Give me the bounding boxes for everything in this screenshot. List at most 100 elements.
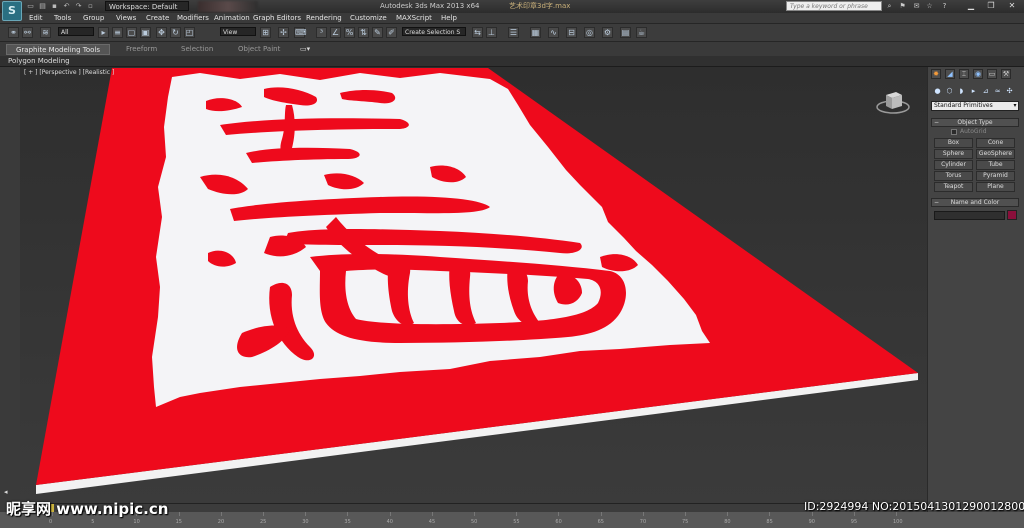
menu-create[interactable]: Create <box>146 13 169 23</box>
rollout-collapse-icon[interactable]: − <box>934 118 939 127</box>
tube-button[interactable]: Tube <box>976 160 1015 170</box>
lights-icon[interactable]: ◗ <box>957 87 966 96</box>
window-crossing-icon[interactable]: ▣ <box>140 27 151 38</box>
tab-object-paint[interactable]: Object Paint <box>238 44 280 55</box>
geosphere-button[interactable]: GeoSphere <box>976 149 1015 159</box>
named-selection-icon[interactable]: ✐ <box>386 27 397 38</box>
name-and-color-rollout[interactable]: Name and Color <box>931 198 1019 207</box>
favorites-icon[interactable]: ☆ <box>925 2 934 10</box>
reference-coordinate-dropdown[interactable]: View <box>220 27 256 36</box>
select-manipulate-icon[interactable]: ✢ <box>278 27 289 38</box>
display-tab-icon[interactable]: ▭ <box>987 69 997 79</box>
undo-icon[interactable]: ↶ <box>62 2 71 10</box>
torus-button[interactable]: Torus <box>934 171 973 181</box>
close-button[interactable]: ✕ <box>1002 0 1022 12</box>
angle-snap-icon[interactable]: ∠ <box>330 27 341 38</box>
object-name-field[interactable] <box>934 211 1005 220</box>
cone-button[interactable]: Cone <box>976 138 1015 148</box>
helpers-icon[interactable]: ⊿ <box>981 87 990 96</box>
select-by-name-icon[interactable]: ≡ <box>112 27 123 38</box>
menu-edit[interactable]: Edit <box>29 13 43 23</box>
menu-rendering[interactable]: Rendering <box>306 13 342 23</box>
help-icon[interactable]: ? <box>940 2 949 10</box>
schematic-view-icon[interactable]: ⊟ <box>566 27 577 38</box>
curve-editor-icon[interactable]: ∿ <box>548 27 559 38</box>
align-icon[interactable]: ⊥ <box>486 27 497 38</box>
autogrid-checkbox[interactable] <box>951 129 957 135</box>
tab-selection[interactable]: Selection <box>181 44 213 55</box>
viewport-label[interactable]: [ + ] [Perspective ] [Realistic ] <box>24 69 114 77</box>
search-icon[interactable]: ⌕ <box>885 2 894 10</box>
viewport-scene[interactable] <box>20 67 927 503</box>
new-file-icon[interactable]: ▭ <box>26 2 35 10</box>
graphite-toggle-icon[interactable]: ▦ <box>530 27 541 38</box>
app-logo-icon[interactable]: S <box>2 1 22 21</box>
maximize-button[interactable]: ❐ <box>982 0 1000 12</box>
layer-manager-icon[interactable]: ☰ <box>508 27 519 38</box>
select-link-icon[interactable]: ⚭ <box>8 27 19 38</box>
minimize-button[interactable]: ▁ <box>962 0 980 12</box>
menu-help[interactable]: Help <box>441 13 457 23</box>
hierarchy-tab-icon[interactable]: ⌶ <box>959 69 969 79</box>
unlink-icon[interactable]: ⚯ <box>22 27 33 38</box>
select-scale-icon[interactable]: ◰ <box>184 27 195 38</box>
menu-customize[interactable]: Customize <box>350 13 387 23</box>
box-button[interactable]: Box <box>934 138 973 148</box>
workspace-dropdown[interactable]: Workspace: Default <box>105 1 189 11</box>
menu-graph-editors[interactable]: Graph Editors <box>253 13 301 23</box>
snaps-toggle-icon[interactable]: ³ <box>316 27 327 38</box>
bind-spacewarp-icon[interactable]: ≋ <box>40 27 51 38</box>
cylinder-button[interactable]: Cylinder <box>934 160 973 170</box>
menu-animation[interactable]: Animation <box>214 13 250 23</box>
shapes-icon[interactable]: ⬡ <box>945 87 954 96</box>
cameras-icon[interactable]: ▸ <box>969 87 978 96</box>
viewcube-icon[interactable] <box>876 86 910 114</box>
subscription-icon[interactable]: ⚑ <box>898 2 907 10</box>
teapot-button[interactable]: Teapot <box>934 182 973 192</box>
menu-modifiers[interactable]: Modifiers <box>177 13 209 23</box>
menu-views[interactable]: Views <box>116 13 136 23</box>
polygon-modeling-label[interactable]: Polygon Modeling <box>8 56 70 66</box>
tab-freeform[interactable]: Freeform <box>126 44 157 55</box>
menu-maxscript[interactable]: MAXScript <box>396 13 432 23</box>
geometry-icon[interactable]: ● <box>933 87 942 96</box>
object-type-rollout[interactable]: Object Type <box>931 118 1019 127</box>
open-file-icon[interactable]: ▤ <box>38 2 47 10</box>
render-production-icon[interactable]: ☕ <box>636 27 647 38</box>
select-move-icon[interactable]: ✥ <box>156 27 167 38</box>
time-slider-left-arrow-icon[interactable]: ◂ <box>4 488 8 496</box>
redo-icon[interactable]: ↷ <box>74 2 83 10</box>
object-color-swatch[interactable] <box>1007 210 1017 220</box>
plane-button[interactable]: Plane <box>976 182 1015 192</box>
percent-snap-icon[interactable]: % <box>344 27 355 38</box>
mirror-icon[interactable]: ⇆ <box>472 27 483 38</box>
search-input[interactable]: Type a keyword or phrase <box>786 1 882 11</box>
region-select-icon[interactable]: ▢ <box>126 27 137 38</box>
pyramid-button[interactable]: Pyramid <box>976 171 1015 181</box>
material-editor-icon[interactable]: ◎ <box>584 27 595 38</box>
menu-tools[interactable]: Tools <box>54 13 71 23</box>
spacewarps-icon[interactable]: ≈ <box>993 87 1002 96</box>
tab-graphite-modeling-tools[interactable]: Graphite Modeling Tools <box>6 44 110 55</box>
communication-icon[interactable]: ✉ <box>912 2 921 10</box>
primitive-category-dropdown[interactable]: Standard Primitives <box>931 101 1019 111</box>
systems-icon[interactable]: ✣ <box>1005 87 1014 96</box>
pivot-center-icon[interactable]: ⊞ <box>260 27 271 38</box>
hold-icon[interactable]: ▫ <box>86 2 95 10</box>
edit-named-selection-icon[interactable]: ✎ <box>372 27 383 38</box>
render-setup-icon[interactable]: ⚙ <box>602 27 613 38</box>
modify-tab-icon[interactable]: ◢ <box>945 69 955 79</box>
keyboard-shortcut-icon[interactable]: ⌨ <box>294 27 307 38</box>
selection-filter-dropdown[interactable]: All <box>58 27 94 36</box>
motion-tab-icon[interactable]: ◉ <box>973 69 983 79</box>
rollout-collapse-icon[interactable]: − <box>934 198 939 207</box>
create-tab-icon[interactable]: ✸ <box>931 69 941 79</box>
ribbon-options-icon[interactable]: ▭▾ <box>300 44 310 55</box>
select-rotate-icon[interactable]: ↻ <box>170 27 181 38</box>
chevron-down-icon[interactable]: ▾ <box>1011 101 1019 111</box>
select-object-icon[interactable]: ▸ <box>98 27 109 38</box>
named-selection-dropdown[interactable]: Create Selection S <box>402 27 466 36</box>
save-file-icon[interactable]: ▪ <box>50 2 59 10</box>
menu-group[interactable]: Group <box>83 13 104 23</box>
rendered-frame-icon[interactable]: ▤ <box>620 27 631 38</box>
